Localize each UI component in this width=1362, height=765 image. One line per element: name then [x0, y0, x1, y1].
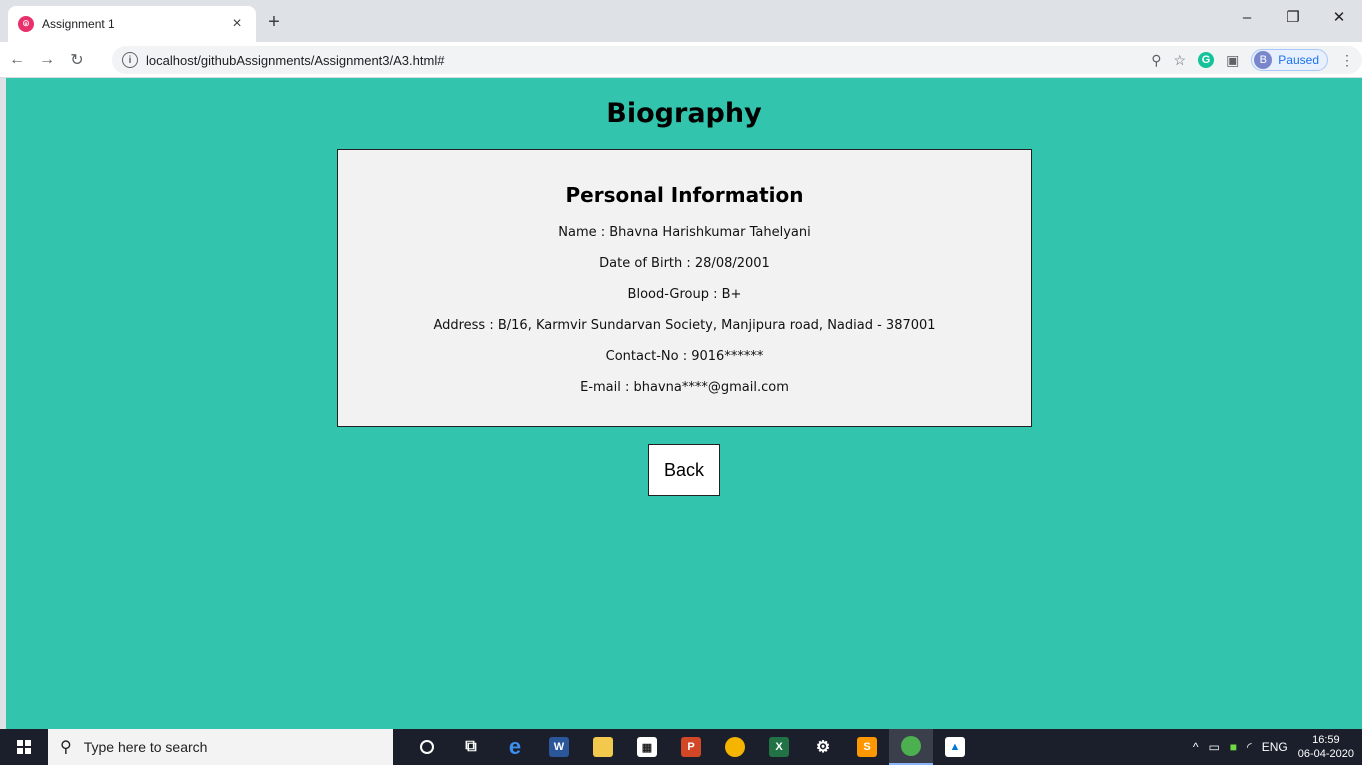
- browser-toolbar: ← → ↻ i localhost/githubAssignments/Assi…: [0, 42, 1362, 78]
- chevron-up-icon[interactable]: ^: [1193, 740, 1199, 754]
- chrome-icon[interactable]: [713, 729, 757, 765]
- extension-icon[interactable]: ▣: [1226, 52, 1239, 69]
- dob-line: Date of Birth : 28/08/2001: [599, 256, 770, 271]
- sublime-text-icon[interactable]: S: [845, 729, 889, 765]
- name-line: Name : Bhavna Harishkumar Tahelyani: [558, 225, 811, 240]
- windows-logo-icon: [17, 740, 31, 754]
- address-line: Address : B/16, Karmvir Sundarvan Societ…: [433, 318, 936, 333]
- bookmark-star-icon[interactable]: ☆: [1174, 52, 1187, 69]
- minimize-button[interactable]: –: [1224, 0, 1270, 34]
- forward-arrow-icon[interactable]: →: [34, 47, 60, 73]
- profile-button[interactable]: B Paused: [1251, 49, 1328, 71]
- back-arrow-icon[interactable]: ←: [4, 47, 30, 73]
- excel-icon[interactable]: X: [757, 729, 801, 765]
- start-button[interactable]: [0, 729, 48, 765]
- taskbar-apps: ⧉ e W ▦ P X ⚙ S ▲: [405, 729, 977, 765]
- clock-time: 16:59: [1312, 734, 1340, 746]
- url-text[interactable]: localhost/githubAssignments/Assignment3/…: [146, 53, 444, 68]
- store-icon[interactable]: ▦: [625, 729, 669, 765]
- email-line: E-mail : bhavna****@gmail.com: [580, 380, 789, 395]
- back-button[interactable]: Back: [648, 444, 720, 496]
- settings-icon[interactable]: ⚙: [801, 729, 845, 765]
- zoom-icon[interactable]: ⚲: [1151, 52, 1161, 69]
- cortana-icon[interactable]: [405, 729, 449, 765]
- card-heading: Personal Information: [565, 183, 804, 207]
- photos-icon[interactable]: ▲: [933, 729, 977, 765]
- grammarly-extension-icon[interactable]: G: [1198, 52, 1215, 68]
- clock[interactable]: 16:59 06-04-2020: [1298, 733, 1354, 761]
- wifi-icon[interactable]: ◜: [1247, 740, 1252, 754]
- browser-tab[interactable]: ⌾ Assignment 1 ×: [8, 6, 256, 42]
- reload-icon[interactable]: ↻: [64, 47, 90, 73]
- upwork-icon[interactable]: ■: [1230, 740, 1237, 754]
- profile-avatar: B: [1254, 51, 1273, 69]
- page-title: Biography: [606, 98, 762, 129]
- clock-date: 06-04-2020: [1297, 748, 1354, 760]
- battery-icon[interactable]: ▭: [1208, 740, 1219, 754]
- powerpoint-icon[interactable]: P: [669, 729, 713, 765]
- contact-line: Contact-No : 9016******: [605, 349, 764, 364]
- tab-title: Assignment 1: [42, 17, 115, 31]
- search-icon: ⚲: [60, 739, 72, 756]
- window-controls: – ❐ ✕: [1224, 0, 1362, 34]
- blood-group-line: Blood-Group : B+: [627, 287, 742, 302]
- file-explorer-icon[interactable]: [581, 729, 625, 765]
- new-tab-button[interactable]: +: [262, 10, 286, 34]
- tab-close-icon[interactable]: ×: [228, 15, 246, 33]
- close-window-button[interactable]: ✕: [1316, 0, 1362, 34]
- restore-button[interactable]: ❐: [1270, 0, 1316, 34]
- language-indicator[interactable]: ENG: [1262, 740, 1288, 754]
- favicon-icon: ⌾: [18, 16, 34, 32]
- taskbar-search[interactable]: ⚲ Type here to search: [48, 729, 393, 765]
- system-tray: ^ ▭ ■ ◜ ENG 16:59 06-04-2020: [1193, 729, 1354, 765]
- search-placeholder: Type here to search: [83, 739, 208, 755]
- browser-tab-strip: ⌾ Assignment 1 × + – ❐ ✕: [0, 0, 1362, 42]
- menu-kebab-icon[interactable]: ⋮: [1340, 52, 1354, 69]
- edge-icon[interactable]: e: [493, 729, 537, 765]
- personal-info-card: Personal Information Name : Bhavna Haris…: [337, 149, 1032, 427]
- windows-taskbar: ⚲ Type here to search ⧉ e W ▦ P X ⚙ S ▲ …: [0, 729, 1362, 765]
- page-viewport: Biography Personal Information Name : Bh…: [6, 78, 1362, 729]
- info-list: Name : Bhavna Harishkumar Tahelyani Date…: [338, 217, 1031, 403]
- task-view-icon[interactable]: ⧉: [449, 729, 493, 765]
- word-icon[interactable]: W: [537, 729, 581, 765]
- profile-status: Paused: [1278, 53, 1319, 67]
- site-info-icon[interactable]: i: [122, 52, 138, 68]
- chrome-profile-icon[interactable]: [889, 729, 933, 765]
- toolbar-actions: ⚲ ☆ G ▣ B Paused ⋮: [1151, 46, 1354, 74]
